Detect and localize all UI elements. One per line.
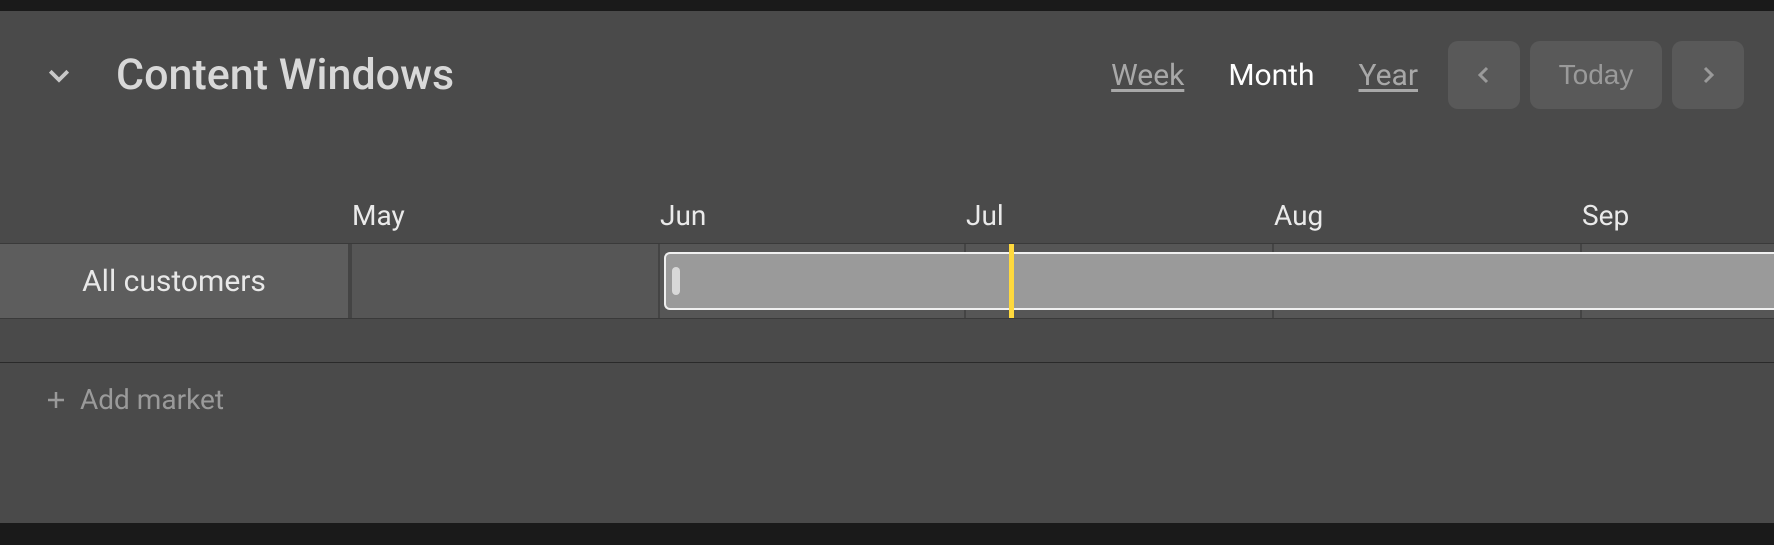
header-right: Week Month Year Today <box>1111 41 1744 109</box>
add-market-label: Add market <box>80 383 224 416</box>
chevron-down-icon <box>44 60 74 90</box>
panel-title: Content Windows <box>116 50 454 100</box>
month-label: Sep <box>1582 199 1629 232</box>
header-left: Content Windows <box>40 50 454 100</box>
month-label: May <box>352 199 405 232</box>
timeline: May Jun Jul Aug Sep All customers Add market <box>0 199 1774 523</box>
chevron-right-icon <box>1696 63 1720 87</box>
content-windows-panel: Content Windows Week Month Year Today Ma… <box>0 11 1774 523</box>
timeline-spacer <box>0 319 1774 363</box>
prev-button[interactable] <box>1448 41 1520 109</box>
row-label-all-customers[interactable]: All customers <box>0 244 350 318</box>
view-tab-month[interactable]: Month <box>1228 58 1314 93</box>
view-tab-year[interactable]: Year <box>1359 58 1418 93</box>
content-window-bar[interactable] <box>664 252 1774 310</box>
grid-line <box>350 244 352 318</box>
plus-icon <box>42 386 70 414</box>
today-button[interactable]: Today <box>1530 41 1662 109</box>
timeline-body: All customers <box>0 243 1774 319</box>
grid-line <box>658 244 660 318</box>
add-market-button[interactable]: Add market <box>0 363 1774 436</box>
today-marker <box>1009 244 1014 318</box>
month-label: Jun <box>660 199 706 232</box>
month-label: Aug <box>1274 199 1323 232</box>
chevron-left-icon <box>1472 63 1496 87</box>
collapse-toggle[interactable] <box>40 56 78 94</box>
bar-resize-handle[interactable] <box>672 267 680 295</box>
next-button[interactable] <box>1672 41 1744 109</box>
nav-controls: Today <box>1448 41 1744 109</box>
view-tabs: Week Month Year <box>1111 58 1418 93</box>
view-tab-week[interactable]: Week <box>1111 58 1184 93</box>
timeline-months-header: May Jun Jul Aug Sep <box>0 199 1774 243</box>
month-label: Jul <box>966 199 1004 232</box>
panel-header: Content Windows Week Month Year Today <box>0 11 1774 139</box>
